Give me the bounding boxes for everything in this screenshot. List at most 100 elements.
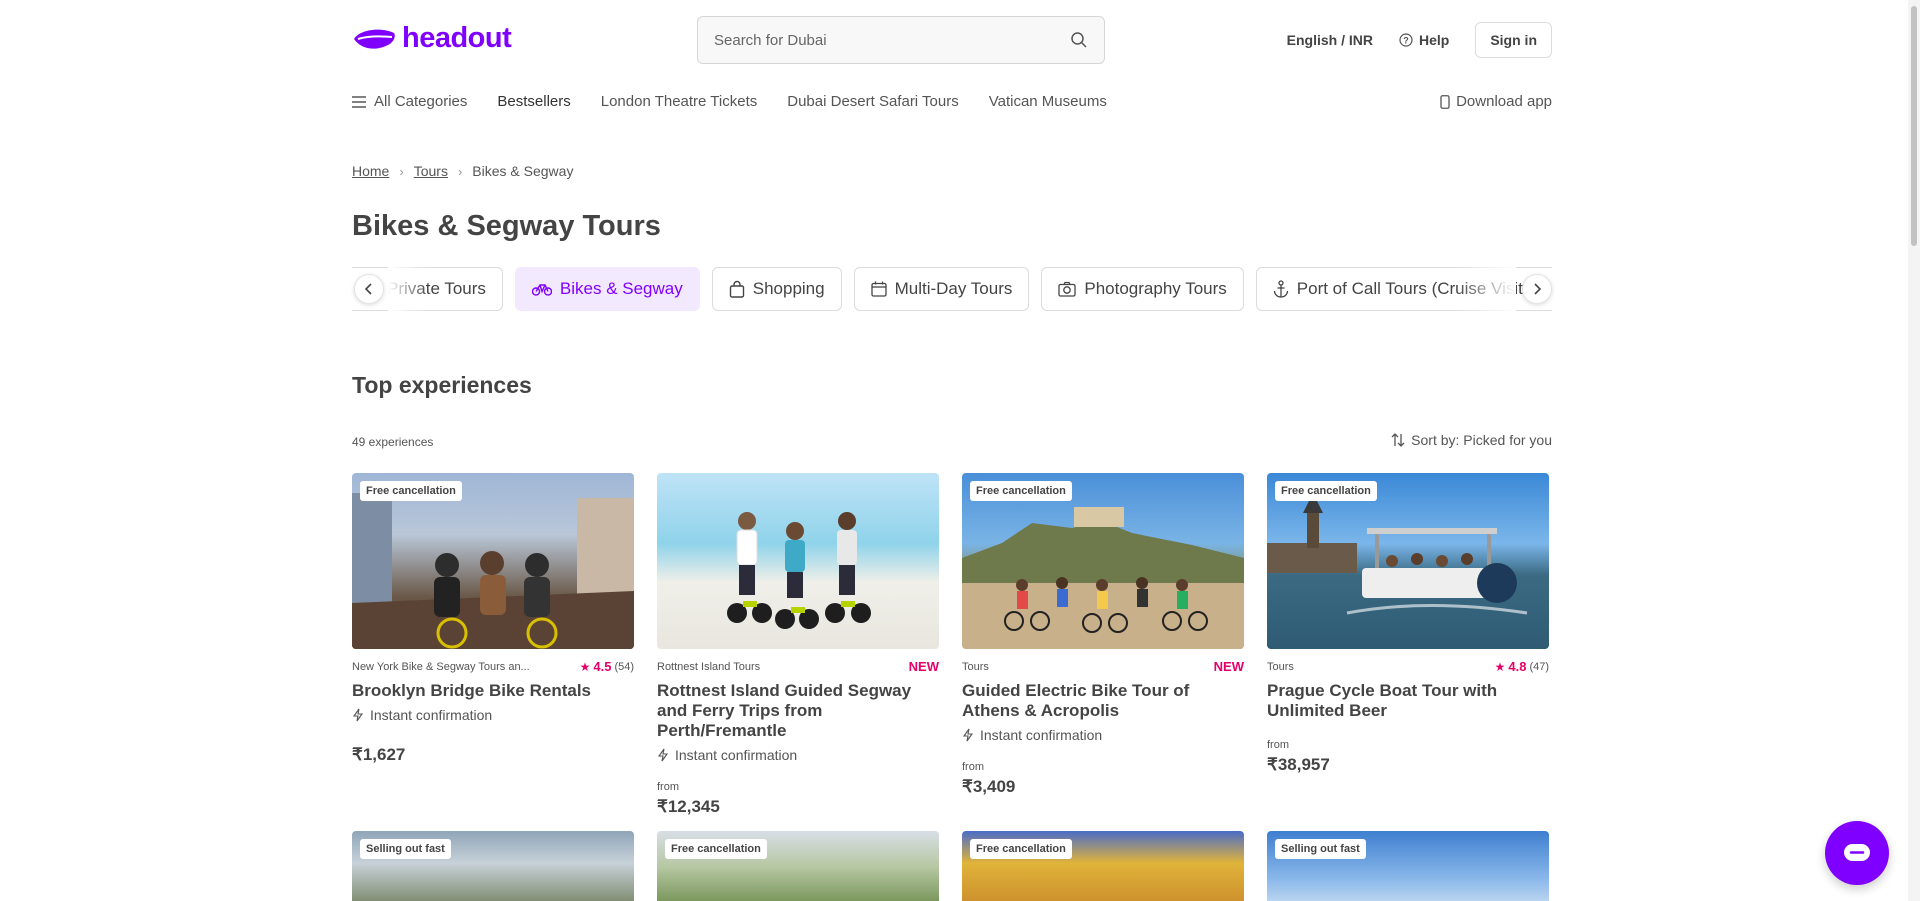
card-image: Free cancellation (962, 473, 1244, 649)
experience-card[interactable]: Free cancellation (657, 831, 939, 901)
nav-item-bestsellers[interactable]: Bestsellers (497, 93, 570, 110)
category-chips: Private Tours Bikes & Segway Shopping Mu… (352, 267, 1552, 311)
help-label: Help (1418, 32, 1450, 48)
nav-item-dubai-desert-safari[interactable]: Dubai Desert Safari Tours (787, 93, 958, 110)
sort-dropdown[interactable]: Sort by: Picked for you (1391, 432, 1552, 448)
chat-support-button[interactable] (1825, 821, 1889, 885)
chips-scroll-right-button[interactable] (1522, 274, 1552, 304)
nav-item-london-theatre[interactable]: London Theatre Tickets (601, 93, 758, 110)
camera-icon (1058, 281, 1077, 297)
lightning-icon (962, 728, 974, 742)
card-price: ₹38,957 (1267, 755, 1330, 774)
card-confirmation: Instant confirmation (657, 747, 939, 763)
chip-bikes-segway[interactable]: Bikes & Segway (514, 267, 700, 311)
breadcrumb-tours[interactable]: Tours (414, 163, 448, 179)
nav-item-vatican-museums[interactable]: Vatican Museums (989, 93, 1107, 110)
chip-shopping[interactable]: Shopping (711, 267, 842, 311)
card-confirmation: Instant confirmation (962, 727, 1244, 743)
experience-card[interactable]: Free cancellation Tours NEW Guided Elect… (962, 473, 1244, 817)
experience-card[interactable]: Free cancellation Tours ★ 4.8 (47) Pragu… (1267, 473, 1549, 817)
blimp-logo-icon (354, 29, 395, 49)
star-icon: ★ (1494, 659, 1506, 674)
card-image: Free cancellation (352, 473, 634, 649)
logo-text: headout (402, 22, 512, 54)
language-currency-selector[interactable]: English / INR (1287, 32, 1373, 48)
lightning-icon (657, 748, 669, 762)
card-rating-value: 4.5 (593, 659, 612, 674)
anchor-icon (1273, 280, 1288, 298)
chevron-left-icon (364, 283, 372, 295)
svg-text:?: ? (1403, 36, 1409, 46)
card-rating-value: 4.8 (1508, 659, 1527, 674)
search-placeholder: Search for Dubai (714, 31, 827, 49)
star-icon: ★ (579, 659, 591, 674)
page-scrollbar[interactable] (1908, 0, 1920, 901)
confirmation-label: Instant confirmation (980, 727, 1103, 743)
card-from-label: from (1267, 739, 1289, 751)
card-badge: Selling out fast (1275, 839, 1366, 859)
card-rating: ★ 4.5 (54) (580, 659, 634, 674)
breadcrumb-home[interactable]: Home (352, 163, 389, 179)
chip-label: Multi-Day Tours (894, 279, 1013, 298)
card-badge: Free cancellation (970, 481, 1072, 501)
page-title: Bikes & Segway Tours (352, 210, 661, 242)
scrollbar-thumb[interactable] (1911, 6, 1917, 246)
download-app-link[interactable]: Download app (1440, 93, 1552, 110)
chip-label: Photography Tours (1084, 279, 1227, 298)
card-image: Free cancellation (1267, 473, 1549, 649)
experience-cards-row-2: Selling out fast Free cancellation Free … (352, 831, 1552, 901)
chevron-right-icon (1534, 283, 1542, 295)
help-link[interactable]: ? Help (1399, 32, 1449, 48)
card-badge: Free cancellation (1275, 481, 1377, 501)
card-from-label: from (657, 781, 679, 793)
new-badge: NEW (1213, 659, 1244, 674)
sort-label: Sort by: Picked for you (1411, 432, 1552, 448)
chips-scroll-left-button[interactable] (354, 274, 384, 304)
chip-multi-day-tours[interactable]: Multi-Day Tours (853, 267, 1030, 311)
chevron-right-icon: › (399, 163, 404, 179)
confirmation-label: Instant confirmation (675, 747, 798, 763)
card-badge: Selling out fast (360, 839, 451, 859)
card-from-label: from (962, 761, 984, 773)
card-provider: Rottnest Island Tours (657, 660, 761, 673)
experience-card[interactable]: Selling out fast (1267, 831, 1549, 901)
chevron-right-icon: › (457, 163, 463, 179)
search-icon[interactable] (1070, 31, 1088, 49)
card-price: ₹12,345 (657, 797, 720, 816)
experience-card[interactable]: Free cancellation (962, 831, 1244, 901)
hamburger-icon (352, 95, 366, 108)
confirmation-label: Instant confirmation (370, 707, 493, 723)
sign-in-button[interactable]: Sign in (1475, 22, 1552, 58)
search-input[interactable]: Search for Dubai (697, 16, 1105, 64)
phone-icon (1440, 94, 1450, 109)
chips-fade-right (1456, 267, 1516, 311)
experience-card[interactable]: Selling out fast (352, 831, 634, 901)
card-title[interactable]: Brooklyn Bridge Bike Rentals (352, 681, 634, 701)
card-title[interactable]: Prague Cycle Boat Tour with Unlimited Be… (1267, 681, 1549, 721)
card-provider: Tours (962, 660, 989, 673)
card-photo (727, 512, 871, 629)
top-experiences-title: Top experiences (352, 372, 532, 398)
new-badge: NEW (908, 659, 939, 674)
card-badge: Free cancellation (665, 839, 767, 859)
card-price: ₹1,627 (352, 745, 406, 764)
help-icon: ? (1399, 33, 1413, 47)
card-title[interactable]: Guided Electric Bike Tour of Athens & Ac… (962, 681, 1244, 721)
top-nav: All Categories Bestsellers London Theatr… (352, 93, 1552, 110)
headout-logo[interactable]: headout (352, 22, 512, 55)
card-review-count: (54) (614, 660, 634, 673)
card-provider: Tours (1267, 660, 1294, 673)
experience-cards: Free cancellation New York Bike & Segway… (352, 473, 1552, 817)
card-price: ₹3,409 (962, 777, 1016, 796)
shopping-bag-icon (729, 280, 744, 298)
download-app-label: Download app (1456, 93, 1552, 110)
all-categories-label: All Categories (374, 93, 468, 110)
all-categories-menu[interactable]: All Categories (352, 93, 467, 110)
experience-card[interactable]: Rottnest Island Tours NEW Rottnest Islan… (657, 473, 939, 817)
card-title[interactable]: Rottnest Island Guided Segway and Ferry … (657, 681, 939, 741)
card-badge: Free cancellation (360, 481, 462, 501)
card-image (657, 473, 939, 649)
card-rating: ★ 4.8 (47) (1495, 659, 1549, 674)
chip-photography-tours[interactable]: Photography Tours (1041, 267, 1244, 311)
experience-card[interactable]: Free cancellation New York Bike & Segway… (352, 473, 634, 817)
